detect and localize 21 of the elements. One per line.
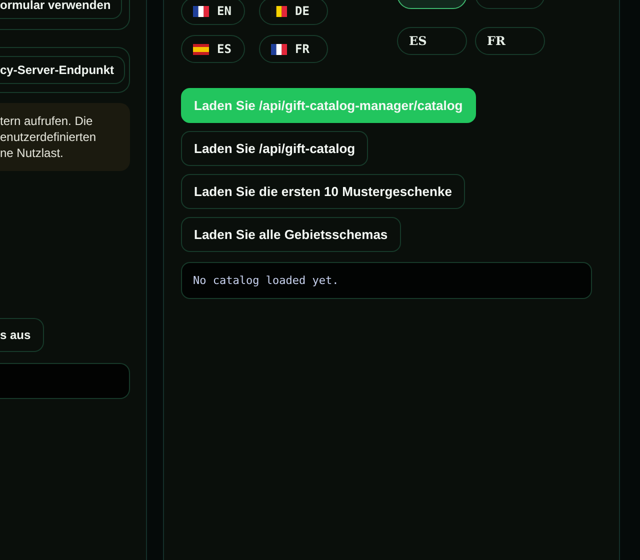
language-button[interactable]: ES (397, 26, 467, 54)
input-field[interactable] (0, 363, 130, 399)
flag-icon (271, 44, 287, 54)
language-button[interactable]: ES (181, 35, 245, 63)
flag-icon (193, 44, 209, 54)
notice-text: tern aufrufen. Die (0, 113, 94, 129)
endpoint-button[interactable]: cy-Server-Endpunkt (0, 56, 126, 84)
load-button[interactable]: Laden Sie alle Gebietsschemas (181, 217, 401, 252)
language-button[interactable]: DE (259, 0, 328, 25)
load-button[interactable]: Laden Sie /api/gift-catalog (181, 131, 368, 166)
form-button[interactable]: ormular verwenden (0, 0, 122, 19)
language-button[interactable]: FR (475, 26, 545, 54)
output-text: No catalog loaded yet. (181, 262, 592, 299)
language-button[interactable]: EN (181, 0, 245, 25)
notice-text: ne Nutzlast. (0, 145, 64, 161)
flag-icon (271, 6, 287, 16)
load-button[interactable]: Laden Sie die ersten 10 Mustergeschenke (181, 174, 465, 209)
notice-text: enutzerdefinierten (0, 129, 98, 145)
action-button[interactable]: s aus (0, 318, 44, 352)
flag-icon (193, 6, 209, 16)
language-button[interactable]: FR (259, 35, 328, 63)
